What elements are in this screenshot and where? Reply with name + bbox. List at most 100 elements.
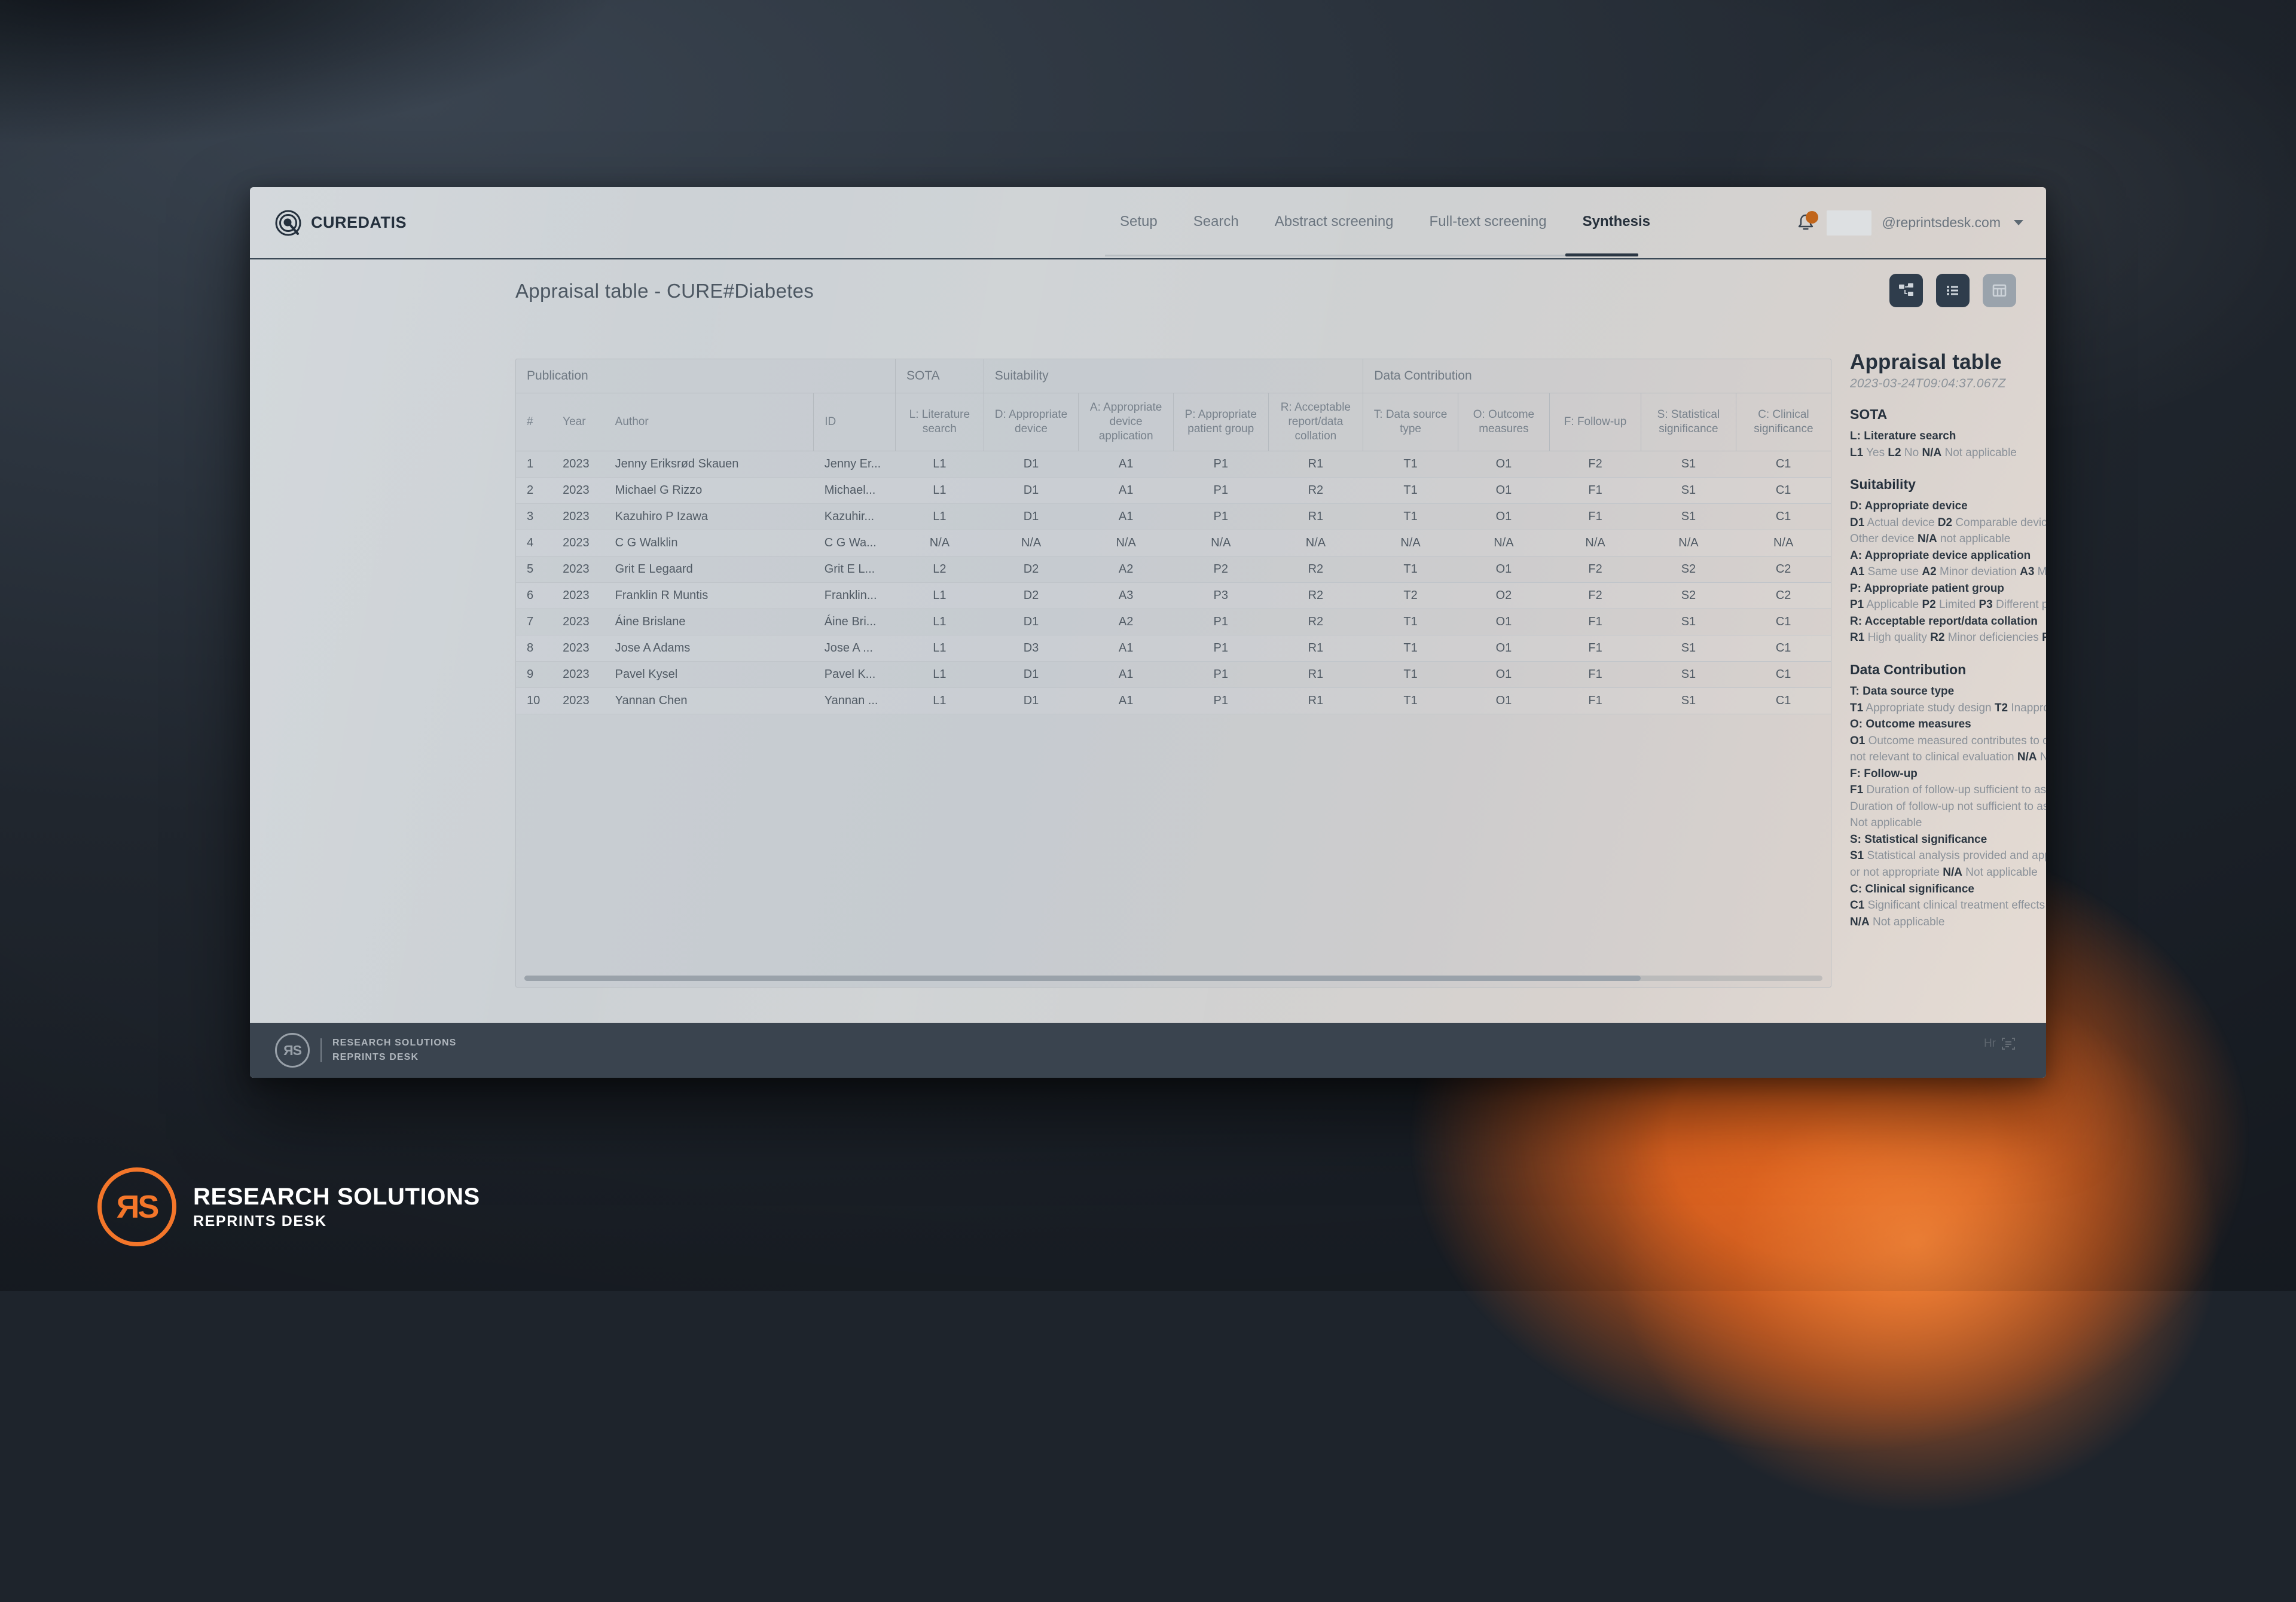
table-row[interactable]: 32023Kazuhiro P IzawaKazuhir...L1D1A1P1R… [516, 504, 1831, 530]
brand-logo[interactable]: CUREDATIS [275, 210, 407, 236]
table-cell: O1 [1458, 688, 1549, 714]
column-header-data-source-type[interactable]: T: Data source type [1363, 393, 1458, 451]
table-cell: P1 [1173, 609, 1268, 635]
column-header-index[interactable]: # [516, 393, 552, 451]
horizontal-scrollbar[interactable] [516, 969, 1831, 987]
table-cell: C G Wa... [814, 530, 896, 557]
page-logo-line-2: REPRINTS DESK [193, 1213, 480, 1230]
table-cell: Jenny Er... [814, 451, 896, 478]
table-cell: F2 [1549, 557, 1641, 583]
user-menu[interactable]: @reprintsdesk.com [1796, 187, 2023, 258]
view-switcher [1889, 274, 2016, 307]
column-header-outcome-measures[interactable]: O: Outcome measures [1458, 393, 1549, 451]
column-header-patient-group[interactable]: P: Appropriate patient group [1173, 393, 1268, 451]
nav-item-synthesis[interactable]: Synthesis [1565, 187, 1668, 258]
table-cell: F1 [1549, 688, 1641, 714]
column-header-follow-up[interactable]: F: Follow-up [1549, 393, 1641, 451]
nav-item-full-text-screening[interactable]: Full-text screening [1412, 187, 1565, 258]
table-cell: O1 [1458, 609, 1549, 635]
table-cell: 10 [516, 688, 552, 714]
table-row[interactable]: 102023Yannan ChenYannan ...L1D1A1P1R1T1O… [516, 688, 1831, 714]
column-header-clinical-significance[interactable]: C: Clinical significance [1736, 393, 1831, 451]
table-cell: Áine Brislane [604, 609, 814, 635]
table-cell: L2 [896, 557, 984, 583]
nav-item-abstract-screening[interactable]: Abstract screening [1257, 187, 1412, 258]
table-cell: R1 [1268, 688, 1363, 714]
page-logo: ЯS RESEARCH SOLUTIONS REPRINTS DESK [97, 1167, 480, 1246]
list-view-button[interactable] [1936, 274, 1970, 307]
table-cell: C1 [1736, 609, 1831, 635]
scrollbar-track[interactable] [524, 976, 1822, 981]
table-cell: S1 [1641, 635, 1736, 662]
table-row[interactable]: 12023Jenny Eriksrød SkauenJenny Er...L1D… [516, 451, 1831, 478]
column-header-device-application[interactable]: A: Appropriate device application [1079, 393, 1174, 451]
group-header-suitability: Suitability [984, 359, 1363, 393]
legend-section-body: L: Literature searchL1 Yes L2 No N/A Not… [1850, 428, 2046, 461]
table-view-button[interactable] [1983, 274, 2016, 307]
table-cell: R2 [1268, 478, 1363, 504]
column-header-literature-search[interactable]: L: Literature search [896, 393, 984, 451]
column-header-report-collation[interactable]: R: Acceptable report/data collation [1268, 393, 1363, 451]
page-logo-line-1: RESEARCH SOLUTIONS [193, 1184, 480, 1210]
table-row[interactable]: 42023C G WalklinC G Wa...N/AN/AN/AN/AN/A… [516, 530, 1831, 557]
column-header-year[interactable]: Year [552, 393, 604, 451]
page-content: Publication SOTA Suitability Data Contri… [250, 323, 2046, 1006]
research-solutions-logo-icon: ЯS [97, 1167, 176, 1246]
table-cell: 2023 [552, 688, 604, 714]
legend-section-body: D: Appropriate deviceD1 Actual device D2… [1850, 498, 2046, 646]
scrollbar-thumb[interactable] [524, 976, 1641, 981]
legend-criterion-label: F: Follow-up [1850, 766, 2046, 782]
chevron-down-icon[interactable] [2014, 220, 2023, 225]
table-cell: 1 [516, 451, 552, 478]
table-cell: P2 [1173, 557, 1268, 583]
table-cell: S1 [1641, 688, 1736, 714]
legend-criterion-values: O1 Outcome measured contributes to clini… [1850, 733, 2046, 766]
table-row[interactable]: 22023Michael G RizzoMichael...L1D1A1P1R2… [516, 478, 1831, 504]
footer-watermark: Hr [1984, 1036, 2016, 1051]
table-cell: A1 [1079, 635, 1174, 662]
table-row[interactable]: 52023Grit E LegaardGrit E L...L2D2A2P2R2… [516, 557, 1831, 583]
table-cell: L1 [896, 504, 984, 530]
nav-item-search[interactable]: Search [1176, 187, 1257, 258]
app-top-bar: CUREDATIS Setup Search Abstract screenin… [250, 187, 2046, 259]
table-cell: Áine Bri... [814, 609, 896, 635]
table-cell: O1 [1458, 635, 1549, 662]
table-cell: Jenny Eriksrød Skauen [604, 451, 814, 478]
table-cell: S2 [1641, 557, 1736, 583]
legend-criterion-values: R1 High quality R2 Minor deficiencies R3… [1850, 629, 2046, 646]
group-header-publication: Publication [516, 359, 896, 393]
table-cell: N/A [1268, 530, 1363, 557]
notification-bell-icon[interactable] [1796, 213, 1816, 233]
column-header-id[interactable]: ID [814, 393, 896, 451]
brand-name: CUREDATIS [311, 213, 407, 232]
table-cell: 5 [516, 557, 552, 583]
column-header-statistical-significance[interactable]: S: Statistical significance [1641, 393, 1736, 451]
table-row[interactable]: 92023Pavel KyselPavel K...L1D1A1P1R1T1O1… [516, 662, 1831, 688]
column-header-appropriate-device[interactable]: D: Appropriate device [984, 393, 1079, 451]
group-header-data-contribution: Data Contribution [1363, 359, 1831, 393]
table-cell: 2 [516, 478, 552, 504]
table-cell: A3 [1079, 583, 1174, 609]
flow-diagram-view-button[interactable] [1889, 274, 1923, 307]
nav-item-setup[interactable]: Setup [1102, 187, 1176, 258]
legend-criterion-label: S: Statistical significance [1850, 831, 2046, 848]
table-cell: 3 [516, 504, 552, 530]
table-cell: O2 [1458, 583, 1549, 609]
table-cell: A2 [1079, 609, 1174, 635]
table-cell: C1 [1736, 688, 1831, 714]
table-row[interactable]: 72023Áine BrislaneÁine Bri...L1D1A2P1R2T… [516, 609, 1831, 635]
table-row[interactable]: 82023Jose A AdamsJose A ...L1D3A1P1R1T1O… [516, 635, 1831, 662]
table-cell: D1 [984, 609, 1079, 635]
column-header-author[interactable]: Author [604, 393, 814, 451]
table-cell: L1 [896, 609, 984, 635]
table-cell: T1 [1363, 662, 1458, 688]
table-cell: S1 [1641, 662, 1736, 688]
footer-divider [320, 1038, 322, 1062]
table-row[interactable]: 62023Franklin R MuntisFranklin...L1D2A3P… [516, 583, 1831, 609]
table-cell: Michael... [814, 478, 896, 504]
table-scroll-area[interactable]: Publication SOTA Suitability Data Contri… [516, 359, 1831, 965]
table-cell: A1 [1079, 688, 1174, 714]
table-cell: L1 [896, 583, 984, 609]
table-cell: C1 [1736, 451, 1831, 478]
table-cell: T1 [1363, 478, 1458, 504]
